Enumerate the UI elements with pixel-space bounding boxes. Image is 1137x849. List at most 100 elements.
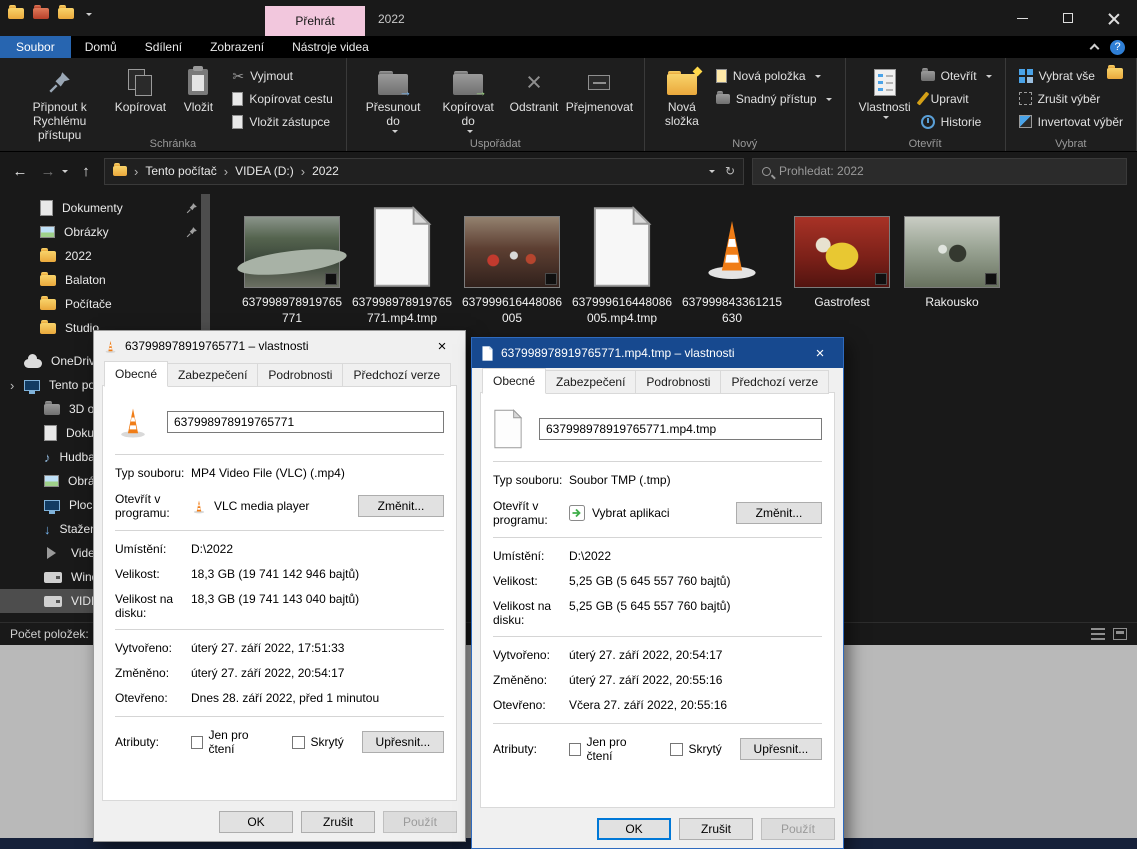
change-button[interactable]: Změnit... [736, 502, 822, 524]
delete-button[interactable]: × Odstranit [505, 61, 563, 117]
paste-icon [188, 69, 208, 95]
apply-button[interactable]: Použít [761, 818, 835, 840]
scrollbar-thumb[interactable] [201, 194, 210, 332]
advanced-button[interactable]: Upřesnit... [362, 731, 444, 753]
filename-input[interactable] [167, 411, 444, 433]
close-button[interactable] [1091, 0, 1137, 36]
dialog-close-button[interactable]: × [423, 331, 461, 361]
forward-icon[interactable]: → [38, 163, 58, 180]
file-name: Gastrofest [791, 294, 893, 310]
tab-video-tools[interactable]: Nástroje videa [278, 36, 383, 58]
easy-access-button[interactable]: Snadný přístup [711, 87, 837, 110]
window-title: 2022 [378, 12, 405, 26]
move-to-button[interactable]: Přesunout do [355, 61, 432, 137]
expander-icon[interactable]: › [10, 378, 14, 393]
properties-quick-icon[interactable] [33, 8, 49, 19]
hidden-checkbox[interactable] [292, 736, 305, 749]
file-item-vlc[interactable]: 637999843361215630 [680, 196, 784, 326]
new-item-button[interactable]: Nová položka [711, 64, 837, 87]
change-button[interactable]: Změnit... [358, 495, 444, 517]
paste-button[interactable]: Vložit [169, 61, 227, 117]
cut-button[interactable]: ✂ Vyjmout [227, 64, 337, 87]
onedrive-cloud-icon [24, 359, 42, 368]
sidebar-item-balaton[interactable]: Balaton [0, 268, 216, 292]
collapse-ribbon-icon[interactable] [1090, 44, 1100, 54]
new-folder-quick-icon[interactable] [58, 8, 74, 19]
tab-details[interactable]: Podrobnosti [258, 363, 343, 387]
hidden-label: Skrytý [310, 735, 343, 749]
edit-button[interactable]: Upravit [916, 87, 997, 110]
details-view-icon[interactable] [1091, 628, 1105, 640]
properties-dropdown-icon [883, 116, 889, 122]
file-item-video-2[interactable]: 637999616448086005 [460, 196, 564, 326]
tab-share[interactable]: Sdílení [131, 36, 196, 58]
select-none-button[interactable]: Zrušit výběr [1014, 87, 1128, 110]
new-folder-button[interactable]: Nová složka [653, 61, 711, 131]
properties-button[interactable]: Vlastnosti [854, 61, 916, 123]
copy-button[interactable]: Kopírovat [111, 61, 169, 117]
sidebar-item-obrazky-quick[interactable]: Obrázky [0, 220, 216, 244]
search-input[interactable] [779, 164, 1117, 178]
cancel-button[interactable]: Zrušit [679, 818, 753, 840]
contextual-tab-header-play[interactable]: Přehrát [265, 6, 365, 36]
minimize-button[interactable] [999, 0, 1045, 36]
refresh-icon[interactable]: ↻ [725, 164, 735, 178]
dialog-close-button[interactable]: × [801, 338, 839, 368]
sidebar-item-pocitace[interactable]: Počítače [0, 292, 216, 316]
apply-button[interactable]: Použít [383, 811, 457, 833]
paste-shortcut-button[interactable]: Vložit zástupce [227, 110, 337, 133]
recent-locations-icon[interactable] [62, 170, 68, 176]
help-icon[interactable]: ? [1110, 40, 1125, 55]
ok-button[interactable]: OK [597, 818, 671, 840]
tab-file[interactable]: Soubor [0, 36, 71, 58]
file-item-video-1[interactable]: 637998978919765771 [240, 196, 344, 326]
dialog-titlebar[interactable]: 637998978919765771 – vlastnosti × [94, 331, 465, 361]
readonly-checkbox[interactable] [569, 743, 581, 756]
breadcrumb-folder[interactable]: 2022 [312, 164, 339, 178]
address-dropdown-icon[interactable] [709, 170, 715, 176]
sidebar-item-2022[interactable]: 2022 [0, 244, 216, 268]
sidebar-item-dokumenty-quick[interactable]: Dokumenty [0, 196, 216, 220]
filename-input[interactable] [539, 418, 822, 440]
copy-path-button[interactable]: Kopírovat cestu [227, 87, 337, 110]
history-button[interactable]: Historie [916, 110, 997, 133]
tab-general[interactable]: Obecné [482, 368, 546, 394]
open-button[interactable]: Otevřít [916, 64, 997, 87]
thumbnails-view-icon[interactable] [1113, 628, 1127, 640]
tab-general[interactable]: Obecné [104, 361, 168, 387]
copy-to-button[interactable]: Kopírovat do [431, 61, 505, 137]
tab-details[interactable]: Podrobnosti [636, 370, 721, 394]
hidden-checkbox[interactable] [670, 743, 683, 756]
readonly-label: Jen pro čtení [208, 728, 274, 756]
tab-security[interactable]: Zabezpečení [546, 370, 636, 394]
folder-icon [40, 323, 56, 334]
back-icon[interactable]: ← [10, 163, 30, 180]
breadcrumb-drive[interactable]: VIDEA (D:) [235, 164, 294, 178]
group-label-organize: Uspořádat [347, 138, 644, 150]
media-overlay-icon [545, 273, 557, 285]
dialog-titlebar[interactable]: 637998978919765771.mp4.tmp – vlastnosti … [472, 338, 843, 368]
tab-view[interactable]: Zobrazení [196, 36, 278, 58]
advanced-button[interactable]: Upřesnit... [740, 738, 822, 760]
qat-customize-icon[interactable] [86, 13, 92, 19]
paste-label: Vložit [184, 100, 213, 114]
file-item-tmp-1[interactable]: 637998978919765771.mp4.tmp [350, 196, 454, 326]
up-icon[interactable]: ↑ [76, 163, 96, 180]
file-item-tmp-2[interactable]: 637999616448086005.mp4.tmp [570, 196, 674, 326]
maximize-button[interactable] [1045, 0, 1091, 36]
readonly-checkbox[interactable] [191, 736, 203, 749]
invert-selection-button[interactable]: Invertovat výběr [1014, 110, 1128, 133]
tab-home[interactable]: Domů [71, 36, 131, 58]
breadcrumb[interactable]: › Tento počítač › VIDEA (D:) › 2022 ↻ [104, 158, 744, 185]
pin-to-quick-access-button[interactable]: Připnout k Rychlému přístupu [8, 61, 111, 145]
file-item-rakousko[interactable]: Rakousko [900, 196, 1004, 326]
ok-button[interactable]: OK [219, 811, 293, 833]
cancel-button[interactable]: Zrušit [301, 811, 375, 833]
tab-previous-versions[interactable]: Předchozí verze [721, 370, 829, 394]
tab-security[interactable]: Zabezpečení [168, 363, 258, 387]
breadcrumb-this-pc[interactable]: Tento počítač [145, 164, 216, 178]
file-item-gastrofest[interactable]: Gastrofest [790, 196, 894, 326]
rename-button[interactable]: Přejmenovat [563, 61, 636, 117]
search-box[interactable] [752, 158, 1127, 185]
tab-previous-versions[interactable]: Předchozí verze [343, 363, 451, 387]
